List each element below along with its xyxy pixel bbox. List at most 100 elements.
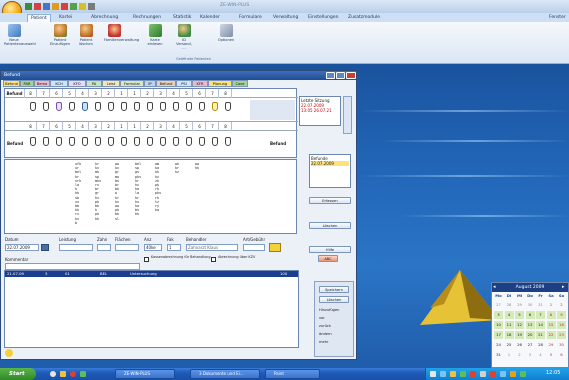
aendern-link[interactable]: ändern	[319, 332, 332, 336]
code-item[interactable]: b	[75, 221, 81, 225]
calendar-day[interactable]: 5	[515, 311, 524, 319]
table-row[interactable]: 21.07.09 3 01 BEL Untersuchung 100	[5, 271, 298, 277]
code-column[interactable]: ww hk	[195, 162, 199, 170]
kommentar-field[interactable]	[5, 263, 140, 270]
calendar-day[interactable]: 30	[526, 301, 535, 309]
speichern-button[interactable]: Speichern	[319, 286, 349, 293]
tab-befund-2[interactable]: Befund	[156, 80, 176, 87]
task-paint[interactable]: Paint	[265, 369, 320, 379]
tab-kfo[interactable]: KFO	[68, 80, 86, 87]
vor-link[interactable]: vor	[319, 316, 325, 320]
tab-patient[interactable]: Patient	[27, 14, 51, 22]
code-item[interactable]: hk	[135, 212, 141, 216]
tab-par[interactable]: PAR	[20, 80, 34, 87]
tab-kfr[interactable]: KFR	[192, 80, 208, 87]
tooth-icon[interactable]	[43, 102, 49, 111]
calendar-day[interactable]: 2	[515, 351, 524, 359]
leistung-field[interactable]	[59, 244, 93, 251]
hilfe-button[interactable]: Hilfe	[309, 246, 351, 253]
tab-rechnungen[interactable]: Rechnungen	[130, 14, 164, 22]
tab-einstellungen[interactable]: Einstellungen	[305, 14, 342, 22]
tab-verwaltung[interactable]: Verwaltung	[270, 14, 301, 22]
maximize-button[interactable]	[336, 72, 345, 79]
calendar-day[interactable]: 6	[525, 311, 535, 319]
tooth-icon[interactable]	[82, 137, 88, 146]
calendar-day[interactable]: 1	[505, 351, 514, 359]
calendar-day[interactable]: 22	[546, 331, 556, 339]
code-column[interactable]: kr kv mk sp mkv rv br gr kv pk bk k pk hk	[95, 162, 101, 221]
task-zewin[interactable]: ZE-WIN-PLUS	[115, 369, 175, 379]
calendar-day[interactable]: 12	[515, 321, 524, 329]
clock[interactable]: 12:05	[546, 370, 560, 376]
calendar-day[interactable]: 5	[547, 351, 556, 359]
tab-kch[interactable]: KCH	[50, 80, 68, 87]
calendar-day[interactable]: 29	[547, 341, 556, 349]
tooth-icon[interactable]	[56, 102, 62, 111]
calendar-day[interactable]: 25	[505, 341, 514, 349]
code-item[interactable]: hk	[195, 166, 199, 170]
tooth-icon[interactable]	[186, 137, 192, 146]
tray-icon[interactable]	[500, 371, 506, 377]
family-button[interactable]: Familienverwaltung	[104, 24, 139, 42]
side-toolbar[interactable]	[343, 96, 352, 134]
calendar-day[interactable]: 4	[504, 311, 514, 319]
anz-field[interactable]: 40ke	[144, 244, 162, 251]
folder-icon[interactable]	[60, 371, 66, 377]
tray-icon[interactable]	[520, 371, 526, 377]
tooth-icon[interactable]	[147, 137, 153, 146]
task-explorer[interactable]: 3 Dokumente und Ei...	[190, 369, 260, 379]
tooth-icon[interactable]	[212, 137, 218, 146]
tab-leist[interactable]: Leist	[102, 80, 120, 87]
calendar-day[interactable]: 19	[515, 331, 524, 339]
befunde-list-item[interactable]: 22.07.2009	[311, 161, 349, 166]
search-code-icon[interactable]	[269, 243, 281, 252]
loeschen-button[interactable]: Löschen	[309, 222, 351, 229]
tooth-icon[interactable]	[82, 102, 88, 111]
app-icon[interactable]	[80, 371, 86, 377]
code-column[interactable]: ufk ur bel kr vrk la k hk sb vu bb kk rv kv b	[75, 162, 81, 225]
calendar-day[interactable]: 15	[546, 321, 556, 329]
tooth-icon[interactable]	[199, 102, 205, 111]
code-column[interactable]: am ka kk kv zk pk rk pkv rk tz ry ka	[155, 162, 161, 212]
calendar-day[interactable]: 20	[525, 331, 535, 339]
code-column[interactable]: bel sp gs pkv kr hv ha la kr hs ka bs hk	[135, 162, 141, 217]
tooth-icon[interactable]	[134, 137, 140, 146]
calendar-day[interactable]: 30	[557, 341, 566, 349]
calendar-day[interactable]: 16	[557, 321, 566, 329]
code-item[interactable]: hk	[95, 217, 101, 221]
network-icon[interactable]	[430, 371, 436, 377]
calendar-day[interactable]: 1	[547, 301, 556, 309]
id-send-button[interactable]: ID Versand, ...	[174, 24, 194, 50]
tooth-icon[interactable]	[173, 102, 179, 111]
code-item[interactable]: gr	[115, 170, 119, 174]
checkbox-kasse[interactable]	[144, 257, 149, 262]
close-button[interactable]	[346, 72, 356, 79]
speaker-icon[interactable]	[480, 371, 486, 377]
tooth-icon[interactable]	[56, 137, 62, 146]
calendar-day[interactable]: 18	[504, 331, 514, 339]
code-item[interactable]: pkv	[155, 191, 161, 195]
code-item[interactable]: bel	[75, 170, 81, 174]
tray-icon[interactable]	[490, 371, 496, 377]
tooth-icon[interactable]	[160, 102, 166, 111]
tab-zusatzmodule[interactable]: Zusatzmodule	[345, 14, 383, 22]
calendar-day[interactable]: 7	[536, 311, 545, 319]
calendar-day[interactable]: 27	[526, 341, 535, 349]
tooth-icon[interactable]	[69, 102, 75, 111]
tab-abrechnung[interactable]: Abrechnung	[88, 14, 121, 22]
tooth-icon[interactable]	[108, 102, 114, 111]
tooth-icon[interactable]	[69, 137, 75, 146]
zurueck-link[interactable]: zurück	[319, 324, 331, 328]
quick-access-toolbar[interactable]	[25, 2, 115, 11]
window-menu[interactable]: Fenster	[546, 14, 569, 22]
next-month-icon[interactable]: ▸	[562, 284, 568, 291]
code-column[interactable]: wk kr kz	[175, 162, 179, 175]
calendar-day[interactable]: 31	[536, 301, 545, 309]
calendar-day[interactable]: 10	[494, 321, 503, 329]
befunde-list[interactable]: Befunde 22.07.2009	[309, 154, 351, 188]
calendar-day[interactable]: 24	[494, 341, 503, 349]
tooth-icon[interactable]	[121, 102, 127, 111]
mehr-link[interactable]: mehr	[319, 340, 328, 344]
tab-formular[interactable]: Formular	[120, 80, 144, 87]
tab-formulare[interactable]: Formulare	[236, 14, 265, 22]
